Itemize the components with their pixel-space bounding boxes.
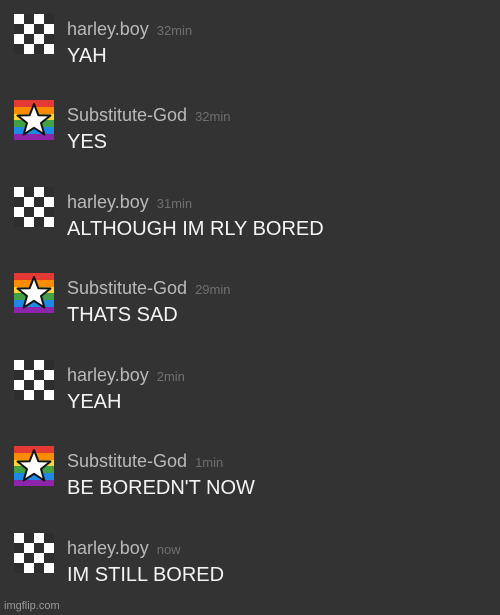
- rainbow-star-avatar-icon[interactable]: [14, 446, 54, 486]
- imgflip-watermark: imgflip.com: [4, 600, 60, 612]
- chat-message: Substitute-God 32min YES: [0, 86, 500, 166]
- message-text: YES: [67, 131, 108, 153]
- timestamp: 32min: [195, 109, 231, 124]
- checkered-avatar-icon[interactable]: [14, 14, 54, 54]
- username[interactable]: harley.boy: [67, 538, 149, 558]
- chat-message: harley.boy 32min YAH: [0, 0, 500, 80]
- username[interactable]: harley.boy: [67, 19, 149, 39]
- timestamp: 2min: [156, 369, 185, 384]
- chat-message: harley.boy 31min ALTHOUGH IM RLY BORED: [0, 173, 500, 253]
- timestamp: 32min: [156, 23, 193, 38]
- checkered-avatar-icon[interactable]: [14, 533, 54, 573]
- username[interactable]: Substitute-God: [67, 451, 187, 471]
- chat-message: Substitute-God 29min THATS SAD: [0, 259, 500, 339]
- checkered-avatar-icon[interactable]: [14, 360, 54, 400]
- message-text: THATS SAD: [67, 304, 178, 326]
- message-text: YEAH: [67, 391, 122, 413]
- chat-message: Substitute-God 1min BE BOREDN'T NOW: [0, 432, 500, 512]
- username[interactable]: harley.boy: [67, 192, 149, 212]
- username[interactable]: harley.boy: [67, 365, 149, 385]
- message-text: YAH: [67, 45, 107, 67]
- timestamp: 31min: [156, 196, 193, 211]
- timestamp: 1min: [195, 455, 224, 470]
- timestamp: now: [156, 542, 181, 557]
- rainbow-star-avatar-icon[interactable]: [14, 273, 54, 313]
- message-text: IM STILL BORED: [67, 564, 225, 586]
- checkered-avatar-icon[interactable]: [14, 187, 54, 227]
- message-text: ALTHOUGH IM RLY BORED: [67, 218, 324, 240]
- timestamp: 29min: [195, 282, 231, 297]
- message-text: BE BOREDN'T NOW: [67, 477, 255, 499]
- username[interactable]: Substitute-God: [67, 105, 187, 125]
- username[interactable]: Substitute-God: [67, 278, 187, 298]
- chat-log: harley.boy 32min YAH Substitute-God 32min …: [0, 0, 500, 615]
- chat-message: harley.boy 2min YEAH: [0, 346, 500, 426]
- rainbow-star-avatar-icon[interactable]: [14, 100, 54, 140]
- chat-message: harley.boy now IM STILL BORED: [0, 519, 500, 599]
